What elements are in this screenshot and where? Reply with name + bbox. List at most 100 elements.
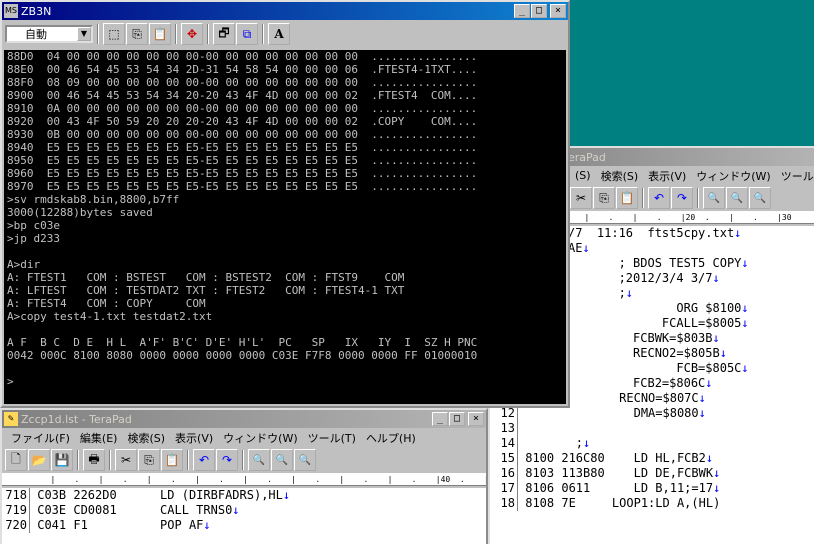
console-line: >jp d233: [7, 232, 60, 245]
editor-line: /7 11:16 ftst5cpy.txt↓: [568, 226, 814, 241]
terapad-titlebar[interactable]: ✎ Zccp1d.lst - TeraPad _ □ ×: [2, 410, 486, 428]
console-line: 8960 E5 E5 E5 E5 E5 E5 E5 E5-E5 E5 E5 E5…: [7, 167, 478, 180]
console-output[interactable]: 88D0 04 00 00 00 00 00 00 00-00 00 00 00…: [4, 50, 566, 404]
paste-icon[interactable]: 📋: [616, 187, 638, 209]
properties-icon[interactable]: 🗗: [213, 23, 235, 45]
terapad-editor[interactable]: 718 C03B 2262D0 LD (DIRBFADRS),HL↓ 719 C0…: [2, 488, 486, 544]
line-text: FCB=$805C: [568, 361, 742, 375]
undo-icon[interactable]: ↶: [193, 449, 215, 471]
cut-icon[interactable]: ✂: [115, 449, 137, 471]
editor-line: FCB=$805C↓: [568, 361, 814, 376]
background-icon[interactable]: ⧉: [236, 23, 258, 45]
menu-item[interactable]: (S): [570, 169, 596, 182]
menu-item[interactable]: 編集(E): [75, 430, 123, 446]
font-icon[interactable]: A: [268, 23, 290, 45]
menu-item[interactable]: ヘルプ(H): [361, 430, 421, 446]
line-number: 718: [2, 488, 30, 503]
paste-icon[interactable]: 📋: [161, 449, 183, 471]
editor-line: FCBWK=$803B↓: [568, 331, 814, 346]
line-number: 12: [490, 406, 518, 421]
find-next-icon[interactable]: 🔍: [294, 449, 316, 471]
line-number: 17: [490, 481, 518, 496]
console-line: >bp c03e: [7, 219, 60, 232]
minimize-button[interactable]: _: [514, 4, 530, 18]
print-icon[interactable]: 🖶: [83, 449, 105, 471]
menu-item[interactable]: 表示(V): [170, 430, 218, 446]
line-number: 719: [2, 503, 30, 518]
toolbar-separator: [262, 24, 264, 44]
chevron-down-icon[interactable]: ▼: [77, 27, 91, 41]
menu-item[interactable]: ツール(T): [776, 168, 814, 184]
console-line: A F B C D E H L A'F' B'C' D'E' H'L' PC S…: [7, 336, 478, 349]
maximize-button[interactable]: □: [449, 412, 465, 426]
fullscreen-icon[interactable]: ✥: [181, 23, 203, 45]
find-icon[interactable]: 🔍: [703, 187, 725, 209]
menu-item[interactable]: ツール(T): [303, 430, 361, 446]
console-line: A>copy test4-1.txt testdat2.txt: [7, 310, 213, 323]
close-button[interactable]: ×: [550, 4, 566, 18]
redo-icon[interactable]: ↷: [216, 449, 238, 471]
redo-icon[interactable]: ↷: [671, 187, 693, 209]
copy-icon[interactable]: ⎘: [138, 449, 160, 471]
maximize-button[interactable]: □: [531, 4, 547, 18]
line-text: FCBWK=$803B: [568, 331, 713, 345]
line-text: ;: [568, 286, 626, 300]
msdos-icon: MS: [4, 4, 18, 18]
line-text: 8103 113B80 LD DE,FCBWK: [518, 466, 714, 480]
editor-line: FCB2=$806C↓: [568, 376, 814, 391]
menu-item[interactable]: ウィンドウ(W): [691, 168, 775, 184]
editor-line: 16 8103 113B80 LD DE,FCBWK↓: [490, 466, 814, 481]
copy-icon[interactable]: ⎘: [593, 187, 615, 209]
cut-icon[interactable]: ✂: [570, 187, 592, 209]
line-text: FCALL=$8005: [568, 316, 742, 330]
toolbar-separator: [97, 24, 99, 44]
line-text: C03E CD0081 CALL TRNS0: [30, 503, 233, 517]
editor-line: 18 8108 7E LOOP1:LD A,(HL): [490, 496, 814, 511]
open-folder-icon[interactable]: 📂: [28, 449, 50, 471]
paste-icon[interactable]: 📋: [149, 23, 171, 45]
font-size-select[interactable]: 自動 ▼: [5, 25, 93, 43]
save-icon[interactable]: 💾: [51, 449, 73, 471]
undo-icon[interactable]: ↶: [648, 187, 670, 209]
zb3n-titlebar[interactable]: MS ZB3N _ □ ×: [2, 2, 568, 20]
find-prev-icon[interactable]: 🔍: [271, 449, 293, 471]
editor-line: 719 C03E CD0081 CALL TRNS0↓: [2, 503, 486, 518]
menu-item[interactable]: ウィンドウ(W): [218, 430, 302, 446]
line-number: 13: [490, 421, 518, 436]
line-text: C03B 2262D0 LD (DIRBFADRS),HL: [30, 488, 283, 502]
copy-icon[interactable]: ⎘: [126, 23, 148, 45]
zb3n-toolbar: 自動 ▼ ⬚ ⎘ 📋 ✥ 🗗 ⧉ A: [2, 20, 568, 48]
zb3n-window[interactable]: MS ZB3N _ □ × 自動 ▼ ⬚ ⎘ 📋 ✥ 🗗 ⧉ A 88D0 04…: [0, 0, 570, 408]
toolbar-separator: [187, 450, 189, 470]
mark-icon[interactable]: ⬚: [103, 23, 125, 45]
console-line: 8930 0B 00 00 00 00 00 00 00-00 00 00 00…: [7, 128, 478, 141]
new-file-icon[interactable]: 🗋: [5, 449, 27, 471]
find-next-icon[interactable]: 🔍: [749, 187, 771, 209]
menu-item[interactable]: 検索(S): [596, 168, 644, 184]
menu-item[interactable]: 表示(V): [643, 168, 691, 184]
minimize-button[interactable]: _: [432, 412, 448, 426]
close-button[interactable]: ×: [468, 412, 484, 426]
line-number: 14: [490, 436, 518, 451]
toolbar-separator: [109, 450, 111, 470]
find-prev-icon[interactable]: 🔍: [726, 187, 748, 209]
menu-item[interactable]: 検索(S): [122, 430, 170, 446]
eol-mark: ↓: [583, 436, 591, 450]
terapad-window-zccp1d[interactable]: ✎ Zccp1d.lst - TeraPad _ □ × ファイル(F) 編集(E…: [0, 408, 488, 544]
menu-item[interactable]: ファイル(F): [6, 430, 75, 446]
find-icon[interactable]: 🔍: [248, 449, 270, 471]
editor-line: ORG $8100↓: [568, 301, 814, 316]
console-line: >sv rmdskab8.bin,8800,b7ff: [7, 193, 180, 206]
line-text: 8106 0611 LD B,11;=17: [518, 481, 714, 495]
editor-line: RECNO2=$805B↓: [568, 346, 814, 361]
toolbar-separator: [207, 24, 209, 44]
line-text: 8100 216C80 LD HL,FCB2: [518, 451, 706, 465]
editor-line: AE↓: [568, 241, 814, 256]
toolbar-separator: [242, 450, 244, 470]
console-line: >: [7, 375, 14, 388]
console-line: 8940 E5 E5 E5 E5 E5 E5 E5 E5-E5 E5 E5 E5…: [7, 141, 478, 154]
eol-mark: ↓: [713, 466, 721, 480]
line-text: ORG $8100: [568, 301, 742, 315]
console-line: 8950 E5 E5 E5 E5 E5 E5 E5 E5-E5 E5 E5 E5…: [7, 154, 478, 167]
